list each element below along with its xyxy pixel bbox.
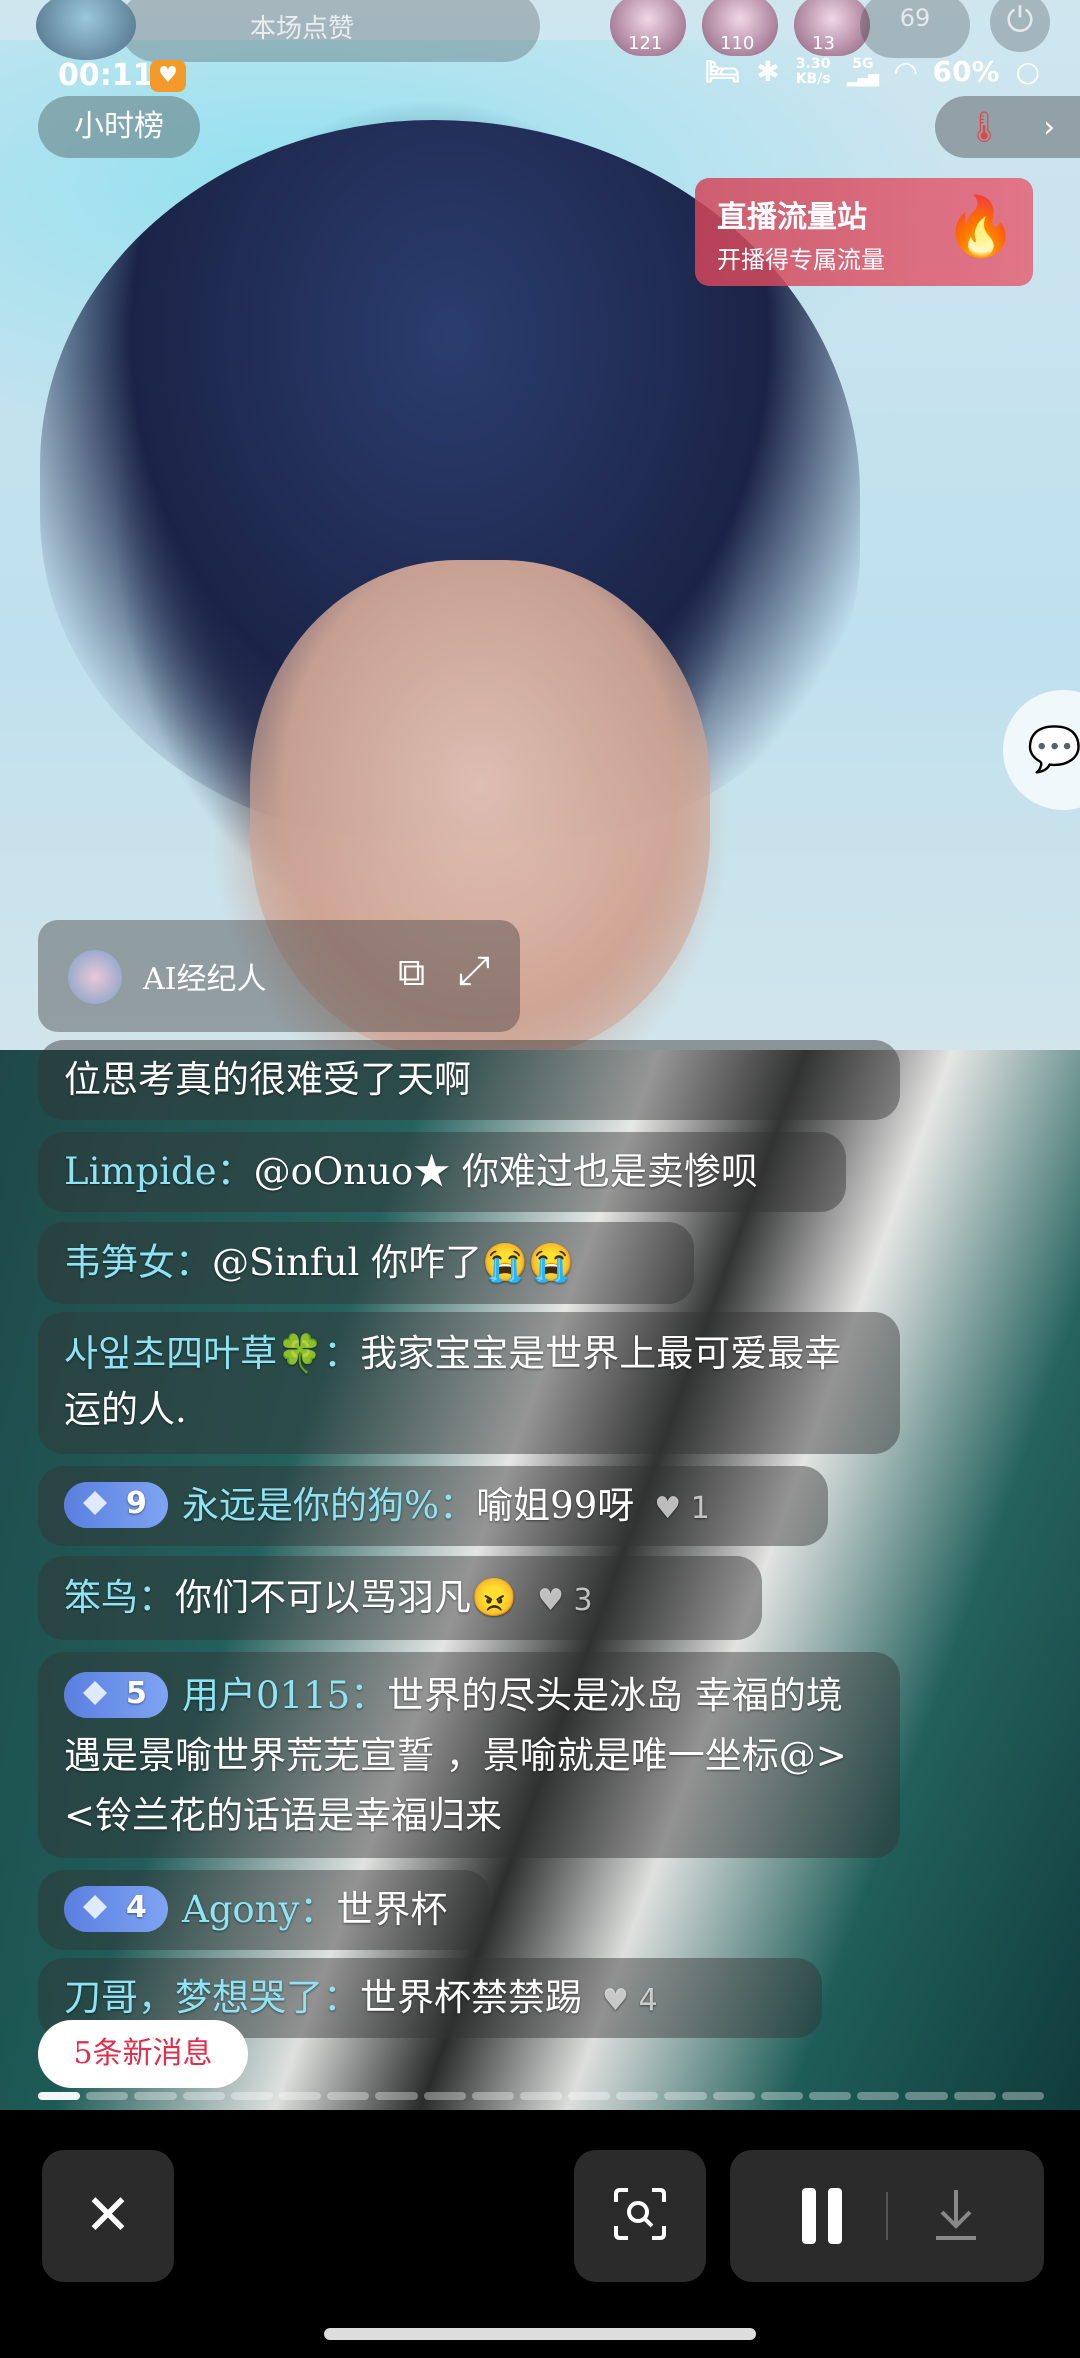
comment-item[interactable]: Limpide：@oOnuo★ 你难过也是卖惨呗: [38, 1132, 846, 1212]
comment-username[interactable]: 用户0115：: [182, 1674, 387, 1717]
chevron-right-icon: ›: [1043, 109, 1056, 145]
comment-username[interactable]: 사잎초四叶草🍀：: [64, 1332, 360, 1375]
ai-agent-label: AI经纪人: [143, 962, 267, 997]
comment-item[interactable]: 5 用户0115：世界的尽头是冰岛 幸福的境遇是景喻世界荒芜宣誓 ，景喻就是唯一…: [38, 1652, 900, 1858]
comment-username[interactable]: 刀哥，梦想哭了：: [64, 1976, 360, 2019]
promo-subtitle: 开播得专属流量: [717, 246, 885, 274]
viewer-avatar[interactable]: 13: [794, 0, 870, 56]
comment-text: 喻姐99呀: [476, 1484, 635, 1527]
diamond-icon: [83, 1894, 107, 1919]
diamond-icon: [83, 1490, 107, 1515]
fire-icon: 🔥: [944, 192, 1017, 260]
picture-in-picture-icon[interactable]: ⧉: [398, 950, 425, 995]
download-icon[interactable]: [926, 2184, 986, 2252]
expand-icon[interactable]: ⤢: [458, 948, 490, 994]
divider: [886, 2192, 888, 2240]
bluetooth-icon: ✱: [756, 55, 780, 88]
comment-text: 位思考真的很难受了天啊: [64, 1058, 471, 1101]
comment-item[interactable]: 笨鸟：你们不可以骂羽凡😠 ♥ 3: [38, 1556, 762, 1640]
comment-text: @Sinful 你咋了😭😭: [212, 1241, 575, 1284]
comment-item[interactable]: 9 永远是你的狗%：喻姐99呀 ♥ 1: [38, 1466, 828, 1546]
story-progress-bar: [38, 2092, 1044, 2100]
battery-ring-icon: ○: [1015, 55, 1040, 88]
battery-text: 60%: [932, 55, 1000, 88]
screenshot-scan-icon[interactable]: [574, 2150, 706, 2282]
bed-icon: 🛏: [704, 55, 741, 88]
thermometer-icon: 🌡: [965, 109, 1004, 145]
comment-username[interactable]: 韦笋女：: [64, 1241, 212, 1284]
home-indicator[interactable]: [324, 2328, 756, 2340]
ai-agent-card[interactable]: AI经纪人 ⧉ ⤢: [38, 920, 520, 1032]
comment-username[interactable]: Agony：: [182, 1888, 336, 1931]
fan-level-badge: 9: [64, 1481, 168, 1528]
hour-rank-button[interactable]: 小时榜: [38, 96, 200, 158]
wifi-icon: ◠: [894, 55, 917, 88]
comment-like[interactable]: ♥ 4: [602, 1983, 658, 2018]
media-controls: [730, 2150, 1044, 2282]
diamond-icon: [83, 1680, 107, 1705]
comment-like[interactable]: ♥ 1: [654, 1491, 710, 1526]
viewer-avatar[interactable]: 110: [702, 0, 778, 56]
top-viewers[interactable]: 121 110 13: [610, 0, 870, 56]
ai-agent-avatar: [68, 950, 122, 1004]
comment-item[interactable]: 韦笋女：@Sinful 你咋了😭😭: [38, 1222, 694, 1304]
fan-level-badge: 4: [64, 1885, 168, 1932]
room-subtitle: 本场点赞: [250, 14, 355, 44]
status-time: 00:11: [58, 58, 154, 93]
playback-controls: ✕: [0, 2110, 1080, 2358]
comment-username[interactable]: 永远是你的狗%：: [182, 1484, 476, 1527]
side-chat-bubble-icon[interactable]: 💬: [1003, 690, 1080, 810]
room-info-pill[interactable]: 本场点赞: [120, 0, 540, 62]
comment-username[interactable]: 笨鸟：: [64, 1576, 175, 1619]
signal-indicator: 5G ▂▄▆: [846, 55, 879, 87]
comment-text: 你们不可以骂羽凡😠: [175, 1576, 518, 1619]
comment-text: 世界杯禁禁踢: [360, 1976, 582, 2019]
traffic-station-banner[interactable]: 直播流量站 开播得专属流量 🔥: [695, 178, 1033, 286]
status-icons: 🛏 ✱ 3.30 KB/s 5G ▂▄▆ ◠ 60% ○: [705, 55, 1040, 88]
net-speed: 3.30 KB/s: [795, 55, 831, 87]
new-messages-button[interactable]: 5条新消息: [38, 2020, 248, 2088]
promo-title: 直播流量站: [717, 200, 867, 235]
pause-icon[interactable]: [798, 2188, 846, 2244]
viewer-count[interactable]: 69: [860, 0, 970, 58]
viewer-avatar[interactable]: 121: [610, 0, 686, 56]
comment-item[interactable]: 位思考真的很难受了天啊: [38, 1040, 900, 1120]
app-notification-icon: ♥: [150, 60, 186, 92]
comment-text: @oOnuo★ 你难过也是卖惨呗: [253, 1150, 758, 1193]
room-heat-button[interactable]: 🌡 ›: [935, 96, 1080, 158]
comment-username[interactable]: Limpide：: [64, 1150, 254, 1193]
comment-item[interactable]: 4 Agony：世界杯: [38, 1870, 490, 1950]
live-video-frame[interactable]: 本场点赞 121 110 13 69 ⏻ 00:11 ♥ 🛏 ✱ 3.30 KB/…: [0, 0, 1080, 2110]
fan-level-badge: 5: [64, 1671, 168, 1718]
close-icon[interactable]: ✕: [42, 2150, 174, 2282]
comment-like[interactable]: ♥ 3: [537, 1583, 593, 1618]
comment-text: 世界杯: [336, 1888, 448, 1931]
comment-item[interactable]: 사잎초四叶草🍀：我家宝宝是世界上最可爱最幸运的人.: [38, 1312, 900, 1454]
